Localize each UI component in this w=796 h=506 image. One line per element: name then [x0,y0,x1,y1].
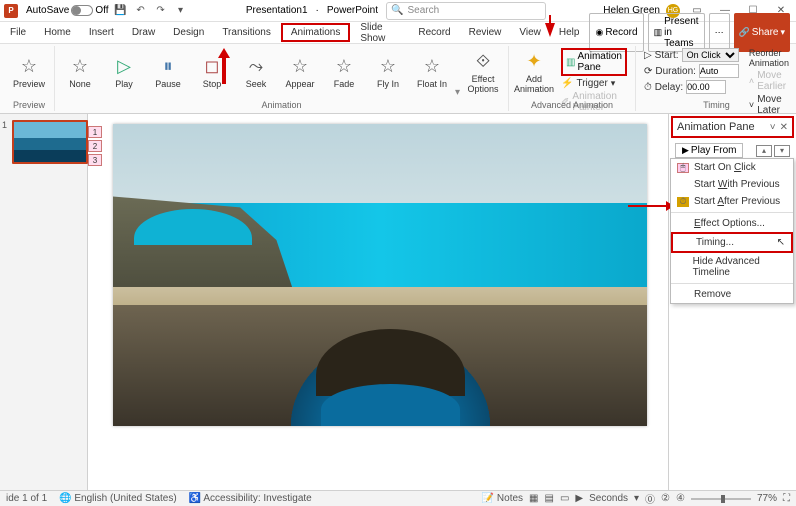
menu-home[interactable]: Home [36,25,79,40]
language-indicator[interactable]: 🌐 English (United States) [59,493,177,504]
ctx-hide-timeline[interactable]: Hide Advanced Timeline [671,253,793,281]
preview-button[interactable]: ☆Preview [8,46,50,98]
annotation-arrow-right [628,205,668,207]
ctx-effect-options[interactable]: Effect Options... [671,215,793,232]
move-later[interactable]: ˅ Move Later [749,94,789,116]
search-input[interactable]: 🔍 Search [386,2,546,20]
annotation-arrow-down [545,23,555,37]
anim-appear[interactable]: ☆Appear [279,46,321,98]
slide-thumbnails[interactable]: 1 [0,114,88,490]
panel-chevron-icon[interactable]: ˅ [770,122,776,133]
accessibility-indicator[interactable]: ♿ Accessibility: Investigate [189,493,312,504]
view-sorter-icon[interactable]: ▤ [544,493,553,504]
search-icon: 🔍 [391,5,403,16]
menu-draw[interactable]: Draw [124,25,163,40]
move-up-icon[interactable]: ▴ [756,145,772,157]
anim-tag-3[interactable]: 3 [88,154,102,166]
anim-tag-2[interactable]: 2 [88,140,102,152]
reorder-label: Reorder Animation [749,48,789,68]
delay-input[interactable] [686,80,726,94]
anim-floatin[interactable]: ☆Float In [411,46,453,98]
seconds-label: Seconds [589,493,628,504]
anim-fade[interactable]: ☆Fade [323,46,365,98]
view-slideshow-icon[interactable]: ▶ [575,493,583,504]
undo-icon[interactable]: ↶ [133,3,149,19]
zoom-slider[interactable] [691,498,751,500]
fit-icon[interactable]: ⛶ [783,493,790,504]
notes-button[interactable]: 📝 Notes [482,493,523,504]
menu-help[interactable]: Help [551,25,588,40]
move-earlier: ˄ Move Earlier [749,70,789,92]
context-menu: 🖱Start On Click Start With Previous ⏱Sta… [670,158,794,304]
cursor-icon: ↖ [777,237,785,248]
ribbon: ☆Preview Preview ☆None ▷Play ⏸Pause ◻Sto… [0,44,796,114]
menu-file[interactable]: File [2,25,34,40]
app-icon: P [4,4,18,18]
anim-flyin[interactable]: ☆Fly In [367,46,409,98]
anim-stop[interactable]: ◻Stop [191,46,233,98]
zoom-level: 77% [757,493,777,504]
add-animation[interactable]: ✦Add Animation [513,46,555,98]
save-icon[interactable]: 💾 [113,3,129,19]
menu-design[interactable]: Design [165,25,212,40]
view-normal-icon[interactable]: ▦ [529,493,538,504]
menu-transitions[interactable]: Transitions [214,25,279,40]
menu-record[interactable]: Record [410,25,458,40]
slide-canvas[interactable]: 1 2 3 [88,114,668,490]
ctx-timing[interactable]: Timing...↖ [671,232,793,253]
slide-indicator: ide 1 of 1 [6,493,47,504]
anim-none[interactable]: ☆None [59,46,101,98]
chevron-down-icon[interactable]: ▾ [173,3,189,19]
view-reading-icon[interactable]: ▭ [560,493,569,504]
menu-review[interactable]: Review [461,25,510,40]
anim-tag-1[interactable]: 1 [88,126,102,138]
redo-icon[interactable]: ↷ [153,3,169,19]
menu-bar: File Home Insert Draw Design Transitions… [0,22,796,44]
panel-title: Animation Pane [677,121,755,133]
duration-input[interactable] [699,64,739,78]
thumbnail-1[interactable] [12,120,88,164]
anim-pause[interactable]: ⏸Pause [147,46,189,98]
app-name: PowerPoint [327,5,378,16]
play-from-button[interactable]: ▶ Play From [675,143,743,158]
menu-insert[interactable]: Insert [81,25,122,40]
slide-content [113,124,647,426]
panel-close-icon[interactable]: ✕ [780,122,788,133]
ctx-start-with-previous[interactable]: Start With Previous [671,176,793,193]
doc-title: Presentation1 [246,5,308,16]
effect-options: ⟐Effect Options [462,46,504,98]
trigger-button[interactable]: ⚡Trigger ▾ [561,78,627,89]
animation-pane-button[interactable]: ▥Animation Pane [561,48,627,76]
anim-seek: ⤳Seek [235,46,277,98]
ctx-remove[interactable]: Remove [671,286,793,303]
autosave-toggle[interactable]: AutoSave Off [26,5,109,16]
ctx-start-after-previous[interactable]: ⏱Start After Previous [671,193,793,210]
ctx-start-on-click[interactable]: 🖱Start On Click [671,159,793,176]
anim-play[interactable]: ▷Play [103,46,145,98]
menu-slideshow[interactable]: Slide Show [352,20,408,46]
menu-view[interactable]: View [511,25,549,40]
start-select[interactable]: On Click [682,48,739,62]
move-down-icon[interactable]: ▾ [774,145,790,157]
menu-animations[interactable]: Animations [281,23,350,42]
